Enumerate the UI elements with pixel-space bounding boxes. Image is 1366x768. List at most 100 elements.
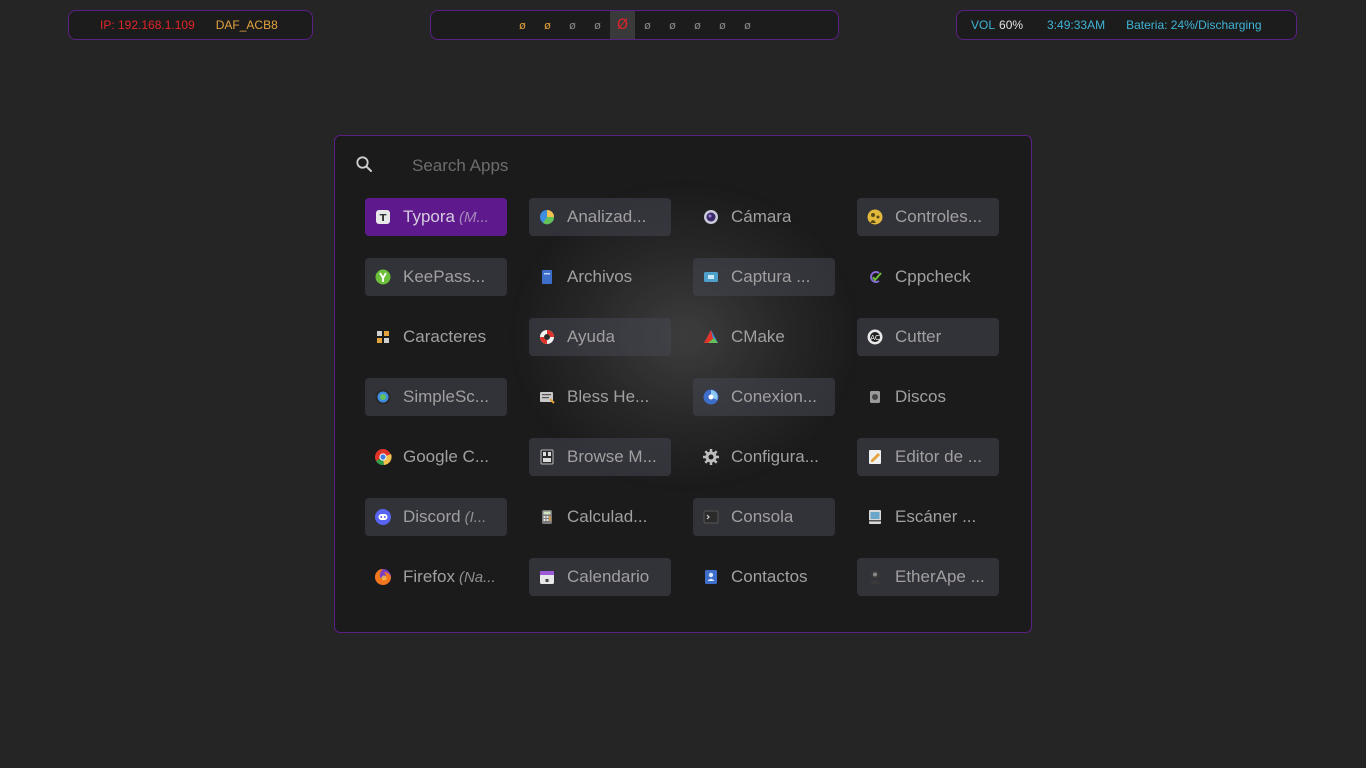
etherape-icon — [865, 567, 885, 587]
screenshot-icon — [701, 267, 721, 287]
battery-status: Bateria: 24%/Discharging — [1126, 18, 1262, 32]
app-item[interactable]: Controles... — [857, 198, 999, 236]
app-item[interactable]: Browse M... — [529, 438, 671, 476]
app-name: Consola — [731, 507, 794, 526]
app-item[interactable]: Google C... — [365, 438, 507, 476]
app-item[interactable]: Captura ... — [693, 258, 835, 296]
app-item[interactable]: Analizad... — [529, 198, 671, 236]
workspace-10[interactable]: ø — [735, 11, 760, 39]
app-item[interactable]: Consola — [693, 498, 835, 536]
svg-text:▪: ▪ — [545, 577, 549, 584]
workspace-4[interactable]: ø — [585, 11, 610, 39]
app-name: Caracteres — [403, 327, 487, 346]
workspace-1[interactable]: ø — [510, 11, 535, 39]
app-item[interactable]: Ayuda — [529, 318, 671, 356]
chrome-icon — [373, 447, 393, 467]
app-name: EtherApe ... — [895, 567, 985, 586]
app-item[interactable]: Bless He... — [529, 378, 671, 416]
workspace-8[interactable]: ø — [685, 11, 710, 39]
app-name: Typora — [403, 207, 455, 226]
app-item[interactable]: Escáner ... — [857, 498, 999, 536]
app-name: Bless He... — [567, 387, 650, 406]
app-grid: T Typora (M... Analizad... Cámara Controles..… — [365, 198, 999, 596]
characters-icon — [373, 327, 393, 347]
clock: 3:49:33AM — [1047, 18, 1106, 32]
search-input[interactable] — [410, 155, 914, 177]
app-item[interactable]: Cppcheck — [857, 258, 999, 296]
app-name: Ayuda — [567, 327, 615, 346]
app-item[interactable]: ▪ Calendario — [529, 558, 671, 596]
status-bar-network: IP: 192.168.1.109 DAF_ACB8 — [68, 10, 313, 40]
app-name: Captura ... — [731, 267, 811, 286]
workspace-5[interactable]: Ø — [610, 11, 635, 39]
app-name: Discord — [403, 507, 461, 526]
app-name: Cutter — [895, 327, 942, 346]
svg-text:T: T — [380, 213, 387, 224]
search-bar — [355, 154, 1011, 178]
app-name: Contactos — [731, 567, 808, 586]
app-item[interactable]: Cámara — [693, 198, 835, 236]
volume-value[interactable]: 60% — [999, 18, 1023, 32]
app-item[interactable]: AC Cutter — [857, 318, 999, 356]
app-name: Analizad... — [567, 207, 647, 226]
app-name: SimpleSc... — [403, 387, 489, 406]
app-item[interactable]: Calculad... — [529, 498, 671, 536]
app-item[interactable]: KeePass... — [365, 258, 507, 296]
app-item[interactable]: Caracteres — [365, 318, 507, 356]
app-launcher: T Typora(M... Analizad... Cámara Controles..… — [334, 135, 1032, 633]
app-name: Escáner ... — [895, 507, 977, 526]
ip-address: IP: 192.168.1.109 — [100, 18, 195, 32]
app-name: Cámara — [731, 207, 792, 226]
contacts-icon — [701, 567, 721, 587]
workspace-7[interactable]: ø — [660, 11, 685, 39]
calendar-icon: ▪ — [537, 567, 557, 587]
camera-icon — [701, 207, 721, 227]
cutter-icon: AC — [865, 327, 885, 347]
help-lifebuoy-icon — [537, 327, 557, 347]
cppcheck-icon — [865, 267, 885, 287]
settings-gear-icon — [701, 447, 721, 467]
connections-icon — [701, 387, 721, 407]
workspace-3[interactable]: ø — [560, 11, 585, 39]
browse-media-icon — [537, 447, 557, 467]
app-name: Controles... — [895, 207, 982, 226]
app-name: Configura... — [731, 447, 819, 466]
app-name: Conexion... — [731, 387, 817, 406]
discord-icon — [373, 507, 393, 527]
app-item[interactable]: T Typora (M... — [365, 198, 507, 236]
app-name: Browse M... — [567, 447, 657, 466]
app-item[interactable]: Contactos — [693, 558, 835, 596]
app-name: Discos — [895, 387, 947, 406]
app-item[interactable]: Configura... — [693, 438, 835, 476]
wifi-name: DAF_ACB8 — [215, 18, 278, 32]
app-name: Archivos — [567, 267, 633, 286]
disks-icon — [865, 387, 885, 407]
terminal-icon — [701, 507, 721, 527]
app-item[interactable]: EtherApe ... — [857, 558, 999, 596]
app-name: Calendario — [567, 567, 650, 586]
app-name: Firefox — [403, 567, 455, 586]
scanner-icon — [865, 507, 885, 527]
app-name: Editor de ... — [895, 447, 982, 466]
app-item[interactable]: Discord (I... — [365, 498, 507, 536]
workspace-2[interactable]: ø — [535, 11, 560, 39]
hex-editor-icon — [537, 387, 557, 407]
app-item[interactable]: CMake — [693, 318, 835, 356]
parental-controls-icon — [865, 207, 885, 227]
app-item[interactable]: Archivos — [529, 258, 671, 296]
app-item[interactable]: Firefox (Na... — [365, 558, 507, 596]
app-item[interactable]: Conexion... — [693, 378, 835, 416]
text-editor-icon — [865, 447, 885, 467]
workspace-9[interactable]: ø — [710, 11, 735, 39]
app-item[interactable]: Editor de ... — [857, 438, 999, 476]
search-icon — [355, 155, 373, 178]
app-generic-name: (Na... — [458, 568, 496, 586]
cmake-icon — [701, 327, 721, 347]
volume-label[interactable]: VOL — [971, 18, 995, 32]
svg-text:AC: AC — [870, 334, 880, 342]
disk-usage-icon — [537, 207, 557, 227]
workspace-6[interactable]: ø — [635, 11, 660, 39]
app-item[interactable]: Discos — [857, 378, 999, 416]
files-icon — [537, 267, 557, 287]
app-item[interactable]: SimpleSc... — [365, 378, 507, 416]
